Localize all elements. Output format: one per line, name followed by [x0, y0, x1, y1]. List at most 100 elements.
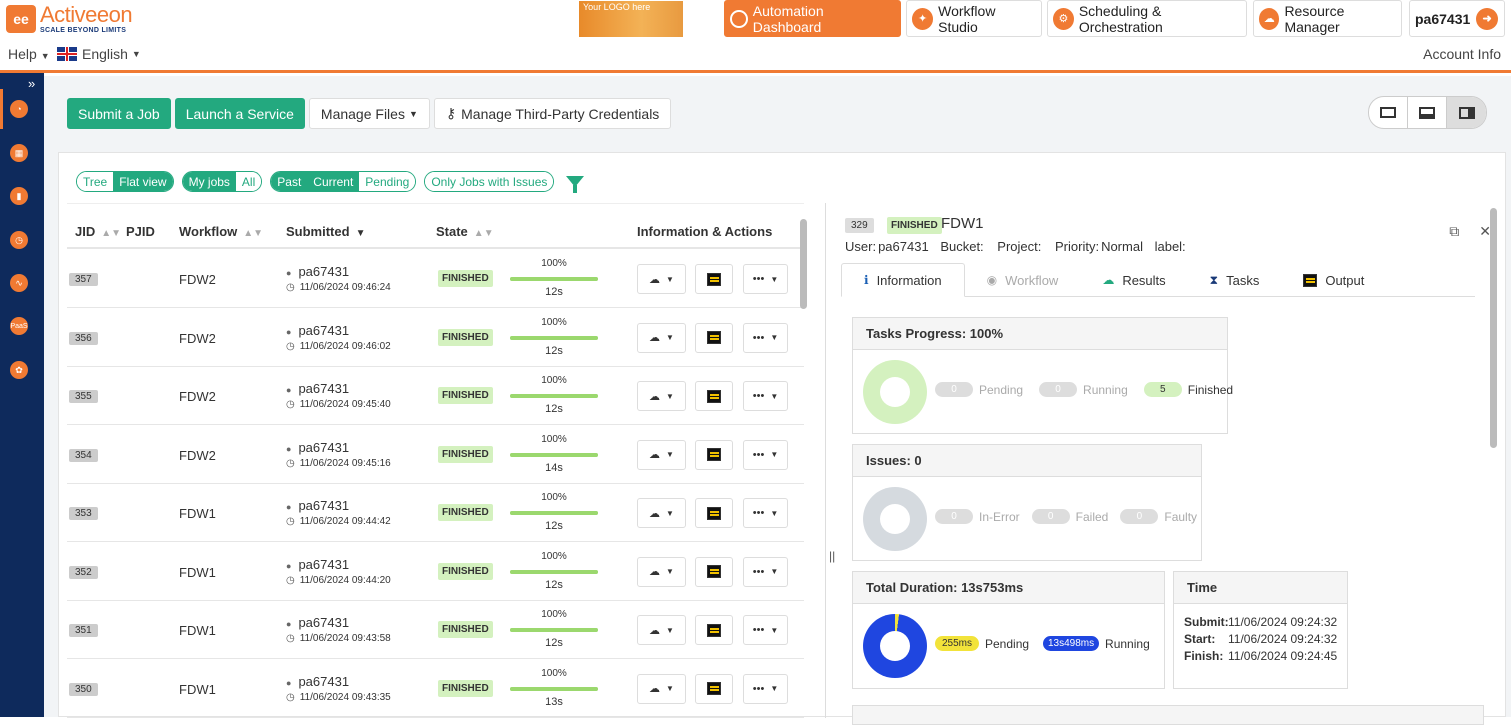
- flat-view-toggle[interactable]: Flat view: [113, 172, 173, 191]
- current-jobs-toggle[interactable]: Current: [307, 172, 360, 191]
- table-row[interactable]: 352 FDW1 pa67431 11/06/2024 09:44:20 FINISHE…: [67, 543, 804, 601]
- more-actions-button[interactable]: ••• ▼: [743, 264, 788, 294]
- job-output-button[interactable]: [695, 439, 733, 470]
- state-column-header[interactable]: State ▲▼: [436, 224, 494, 239]
- more-actions-button[interactable]: ••• ▼: [743, 556, 788, 587]
- workflow-column-header[interactable]: Workflow ▲▼: [179, 224, 263, 239]
- sidebar-item-jobs[interactable]: ◔: [10, 100, 28, 118]
- job-output-button[interactable]: [695, 615, 733, 645]
- manage-credentials-button[interactable]: ⚷ Manage Third-Party Credentials: [433, 98, 672, 129]
- tab-workflow[interactable]: ◉ Workflow: [965, 263, 1081, 297]
- submitted-column-header[interactable]: Submitted ▼: [286, 224, 365, 239]
- list-layout-button[interactable]: [1369, 97, 1408, 128]
- user-menu[interactable]: pa67431 ➜: [1409, 0, 1505, 37]
- caret-down-icon: ▼: [666, 508, 674, 518]
- language-menu[interactable]: English ▼: [57, 46, 141, 62]
- nav-workflow-studio[interactable]: ✦ Workflow Studio: [906, 0, 1042, 37]
- panel-splitter[interactable]: [825, 203, 826, 718]
- table-row[interactable]: 355 FDW2 pa67431 11/06/2024 09:45:40 FINISHE…: [67, 367, 804, 425]
- download-results-button[interactable]: ☁ ▼: [637, 439, 686, 470]
- jobs-scrollbar[interactable]: [800, 219, 807, 309]
- job-filters: Tree Flat view My jobs All Past Current Pend…: [76, 171, 585, 193]
- all-jobs-toggle[interactable]: All: [235, 172, 262, 191]
- table-row[interactable]: 350 FDW1 pa67431 11/06/2024 09:43:35 FINISHE…: [67, 660, 804, 718]
- download-results-button[interactable]: ☁ ▼: [637, 556, 686, 587]
- activeeon-logo[interactable]: ee Activeeon SCALE BEYOND LIMITS: [6, 4, 133, 34]
- launch-service-button[interactable]: Launch a Service: [174, 98, 305, 129]
- more-actions-button[interactable]: ••• ▼: [743, 615, 788, 645]
- past-jobs-toggle[interactable]: Past: [271, 172, 308, 191]
- sidebar-item-calendar[interactable]: ◷: [10, 231, 28, 249]
- scheduling-icon: ⚙: [1053, 7, 1074, 30]
- issues-card: Issues: 0 0 In-Error 0 Failed 0 Faulty: [852, 444, 1202, 561]
- sidebar-item-paas[interactable]: PaaS: [10, 317, 28, 335]
- job-id: 356: [69, 331, 98, 345]
- running-duration: 13s498ms: [1043, 636, 1100, 651]
- sidebar-item-monitoring[interactable]: ∿: [10, 274, 28, 292]
- submitter: pa67431: [286, 381, 349, 396]
- jid-column-header[interactable]: JID ▲▼: [75, 224, 121, 239]
- progress-bar-fill: [510, 394, 598, 398]
- job-output-button[interactable]: [695, 498, 733, 528]
- download-results-button[interactable]: ☁ ▼: [637, 322, 686, 353]
- more-actions-button[interactable]: ••• ▼: [743, 673, 788, 704]
- more-actions-button[interactable]: ••• ▼: [743, 322, 788, 353]
- manage-files-button[interactable]: Manage Files ▼: [308, 98, 430, 129]
- tab-results[interactable]: ☁ Results: [1080, 263, 1187, 297]
- tab-information[interactable]: ℹ Information: [841, 263, 965, 297]
- pending-jobs-toggle[interactable]: Pending: [359, 172, 416, 191]
- issues-only-toggle[interactable]: Only Jobs with Issues: [425, 172, 554, 191]
- sidebar-item-notifications[interactable]: ✿: [10, 361, 28, 379]
- sidebar-item-analytics[interactable]: ▮: [10, 187, 28, 205]
- split-horizontal-button[interactable]: [1408, 97, 1447, 128]
- job-output-button[interactable]: [695, 322, 733, 353]
- uk-flag-icon: [57, 47, 77, 61]
- help-menu[interactable]: Help ▼: [8, 46, 50, 62]
- cloud-download-icon: ☁: [649, 507, 661, 520]
- split-vertical-button[interactable]: [1447, 97, 1486, 128]
- download-results-button[interactable]: ☁ ▼: [637, 381, 686, 411]
- logout-icon[interactable]: ➜: [1476, 7, 1498, 30]
- progress-bar: [510, 335, 598, 340]
- more-actions-button[interactable]: ••• ▼: [743, 381, 788, 411]
- download-results-button[interactable]: ☁ ▼: [637, 264, 686, 294]
- download-results-button[interactable]: ☁ ▼: [637, 673, 686, 704]
- table-row[interactable]: 353 FDW1 pa67431 11/06/2024 09:44:42 FINISHE…: [67, 484, 804, 542]
- expand-sidebar-icon[interactable]: »: [28, 76, 35, 91]
- submit-job-button[interactable]: Submit a Job: [67, 98, 171, 129]
- running-label: Running: [1083, 382, 1128, 397]
- filter-icon[interactable]: [566, 176, 585, 193]
- job-output-button[interactable]: [695, 673, 733, 704]
- status-badge: FINISHED: [438, 328, 493, 346]
- issues-title: Issues: 0: [853, 445, 1201, 477]
- table-row[interactable]: 354 FDW2 pa67431 11/06/2024 09:45:16 FINISHE…: [67, 426, 804, 484]
- progress-bar-fill: [510, 452, 598, 457]
- nav-automation-dashboard[interactable]: Automation Dashboard: [724, 0, 901, 37]
- download-results-button[interactable]: ☁ ▼: [637, 498, 686, 528]
- job-output-button[interactable]: [695, 264, 733, 294]
- more-actions-button[interactable]: ••• ▼: [743, 439, 788, 470]
- tab-tasks[interactable]: ⧗ Tasks: [1188, 263, 1282, 297]
- more-actions-button[interactable]: ••• ▼: [743, 498, 788, 528]
- job-output-button[interactable]: [695, 556, 733, 587]
- progress-percent: 100%: [541, 375, 567, 386]
- popout-icon[interactable]: ⧉: [1449, 223, 1459, 240]
- tab-output[interactable]: Output: [1281, 263, 1386, 297]
- splitter-handle[interactable]: ||: [829, 549, 835, 563]
- detail-scrollbar[interactable]: [1490, 208, 1497, 448]
- caret-down-icon: ▼: [770, 333, 779, 342]
- sidebar-item-catalog[interactable]: ▦: [10, 144, 28, 162]
- pjid-column-header[interactable]: PJID: [126, 224, 155, 239]
- table-row[interactable]: 357 FDW2 pa67431 11/06/2024 09:46:24 FINISHE…: [67, 250, 804, 308]
- account-info-link[interactable]: Account Info: [1423, 46, 1501, 62]
- tasks-progress-title: Tasks Progress: 100%: [853, 318, 1227, 350]
- sort-icon: ▲▼: [101, 228, 122, 239]
- table-row[interactable]: 356 FDW2 pa67431 11/06/2024 09:46:02 FINISHE…: [67, 309, 804, 367]
- table-row[interactable]: 351 FDW1 pa67431 11/06/2024 09:43:58 FINISHE…: [67, 601, 804, 659]
- nav-resource-manager[interactable]: ☁ Resource Manager: [1253, 0, 1402, 37]
- my-jobs-toggle[interactable]: My jobs: [182, 172, 236, 191]
- download-results-button[interactable]: ☁ ▼: [637, 615, 686, 645]
- nav-scheduling[interactable]: ⚙ Scheduling & Orchestration: [1047, 0, 1247, 37]
- tree-view-toggle[interactable]: Tree: [77, 172, 114, 191]
- job-output-button[interactable]: [695, 381, 733, 411]
